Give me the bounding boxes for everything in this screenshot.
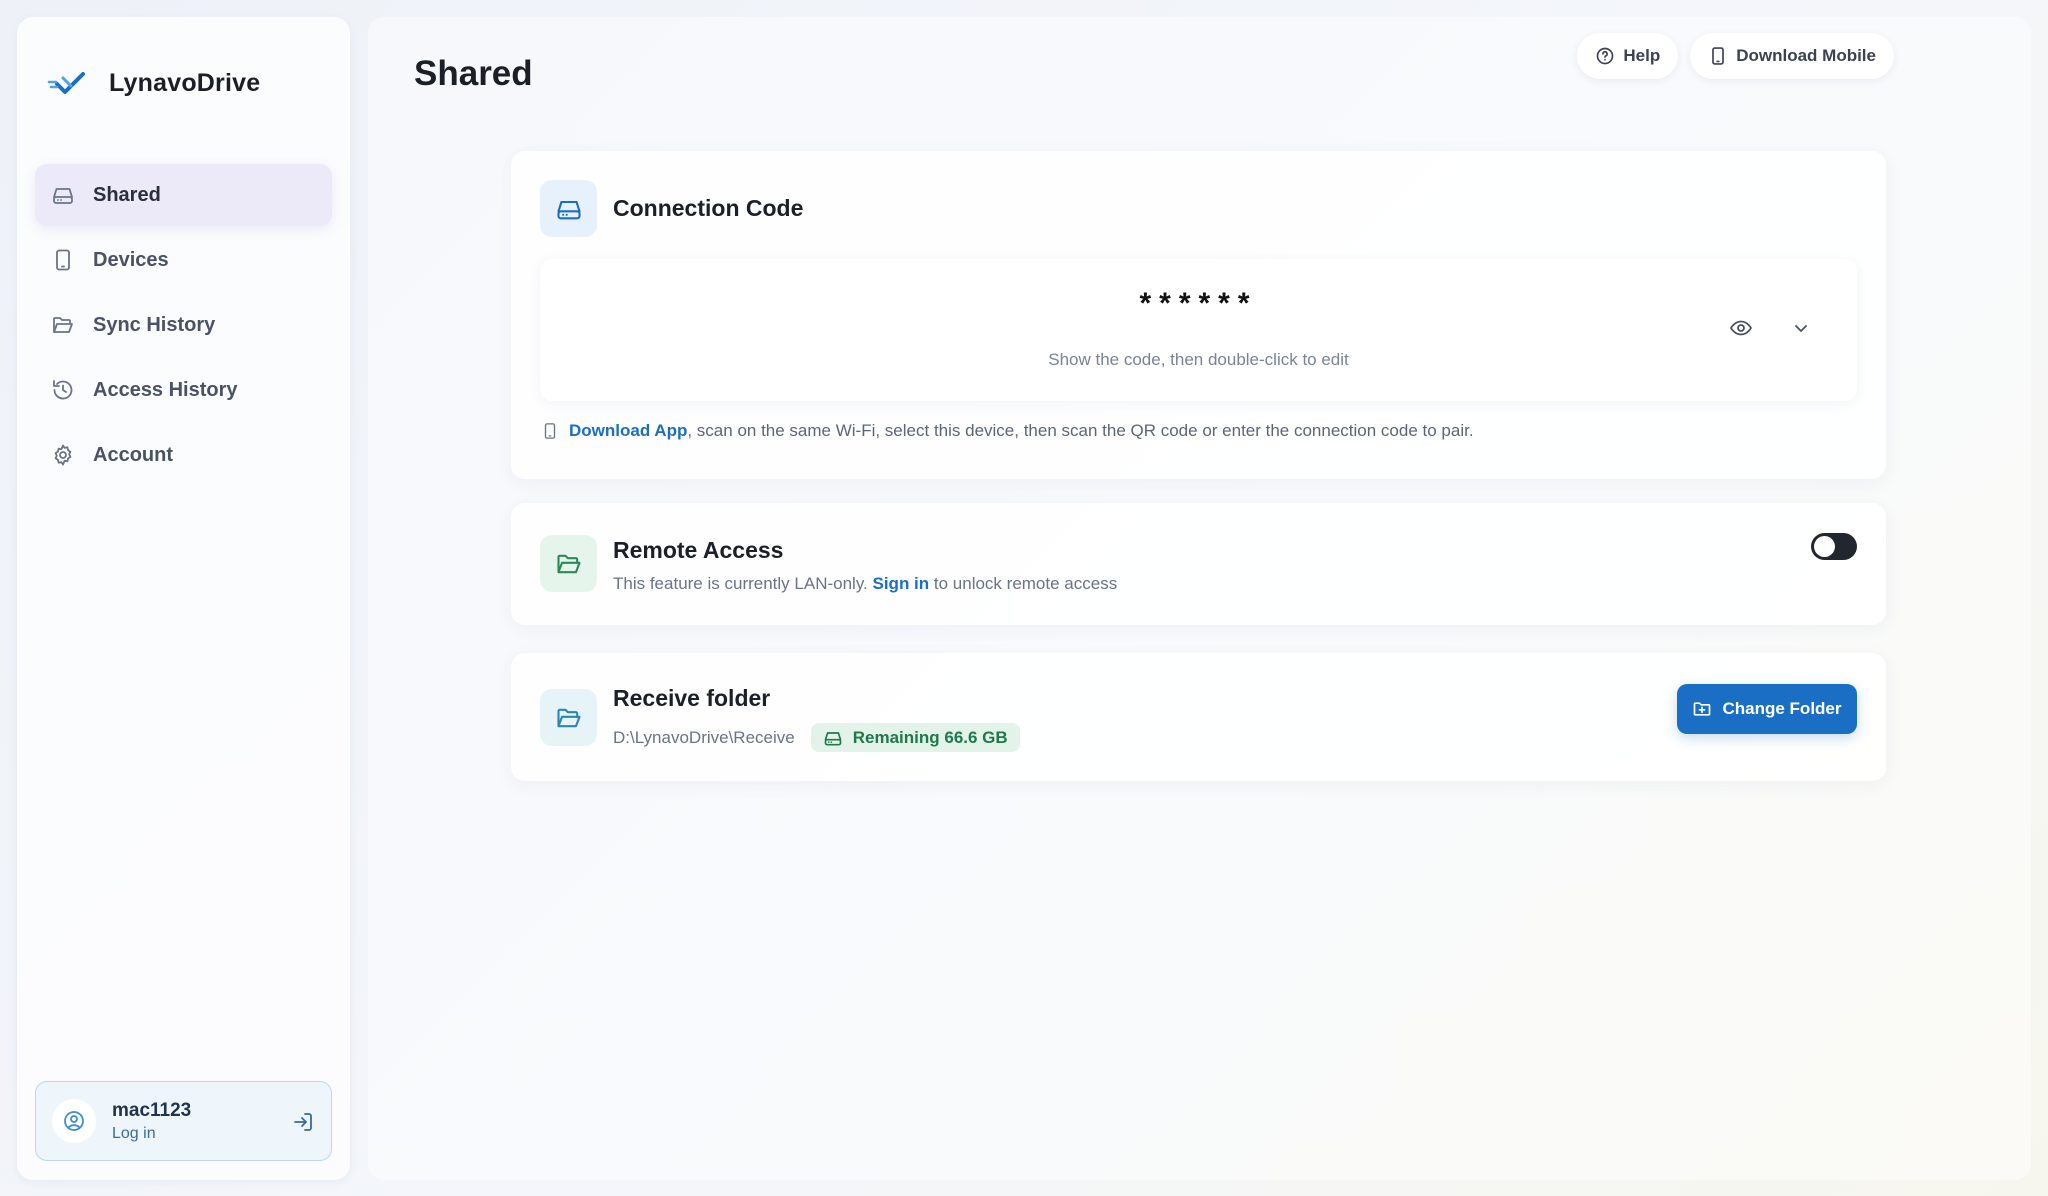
connection-code-value[interactable]: ****** [540, 287, 1857, 321]
phone-icon [541, 422, 559, 440]
folder-open-icon [51, 313, 75, 337]
user-circle-icon [62, 1109, 86, 1133]
brand[interactable]: LynavoDrive [47, 69, 260, 98]
drive-icon [540, 180, 597, 237]
eye-icon[interactable] [1729, 316, 1753, 340]
toggle-knob [1814, 536, 1835, 557]
login-link[interactable]: Log in [112, 1125, 191, 1143]
change-folder-label: Change Folder [1722, 699, 1842, 718]
user-name: mac1123 [112, 1099, 192, 1121]
phone-icon [51, 248, 75, 272]
sidebar-item-account[interactable]: Account [35, 424, 332, 486]
remaining-space-label: Remaining 66.6 GB [852, 727, 1008, 747]
sidebar-nav: Shared Devices Sync History Access Histo… [35, 164, 332, 489]
brand-logo-icon [47, 70, 91, 98]
remote-access-title: Remote Access [613, 537, 784, 563]
folder-open-icon [540, 689, 597, 746]
remote-access-subtitle-prefix: This feature is currently LAN-only. [613, 574, 873, 593]
sidebar-item-label: Devices [93, 248, 169, 271]
history-icon [51, 378, 75, 402]
brand-name: LynavoDrive [109, 69, 261, 97]
sidebar-item-shared[interactable]: Shared [35, 164, 332, 226]
receive-folder-title: Receive folder [613, 685, 771, 711]
connection-note-body: , scan on the same Wi-Fi, select this de… [687, 421, 1474, 440]
drive-icon [51, 183, 75, 207]
chevron-down-icon[interactable] [1789, 316, 1813, 340]
connection-note-text: Download App, scan on the same Wi-Fi, se… [569, 421, 1474, 441]
download-app-link[interactable]: Download App [569, 421, 687, 440]
help-button[interactable]: Help [1577, 33, 1679, 79]
avatar [52, 1099, 96, 1143]
phone-icon [1708, 46, 1728, 66]
folder-plus-icon [1692, 699, 1712, 719]
sidebar-item-access-history[interactable]: Access History [35, 359, 332, 421]
help-icon [1595, 46, 1615, 66]
gear-icon [51, 443, 75, 467]
sidebar-item-sync-history[interactable]: Sync History [35, 294, 332, 356]
sidebar-item-label: Access History [93, 378, 238, 401]
receive-folder-path: D:\LynavoDrive\Receive [613, 727, 795, 747]
download-mobile-button[interactable]: Download Mobile [1690, 33, 1894, 79]
user-text: mac1123 Log in [112, 1100, 191, 1143]
change-folder-button[interactable]: Change Folder [1677, 684, 1857, 734]
remaining-space-badge: Remaining 66.6 GB [810, 723, 1020, 752]
page-title: Shared [414, 54, 533, 93]
sign-in-link[interactable]: Sign in [873, 574, 930, 593]
sidebar-item-label: Shared [93, 183, 161, 206]
download-mobile-label: Download Mobile [1736, 46, 1876, 65]
receive-folder-card: Receive folder D:\LynavoDrive\Receive Re… [511, 653, 1886, 781]
remote-access-toggle[interactable] [1811, 533, 1857, 560]
sidebar: LynavoDrive Shared Devices Sync History … [17, 17, 350, 1180]
connection-code-card: Connection Code ****** Show the code, th… [511, 151, 1886, 479]
remote-access-subtitle: This feature is currently LAN-only. Sign… [613, 574, 1117, 594]
sidebar-item-label: Account [93, 443, 173, 466]
drive-icon [823, 728, 843, 748]
sidebar-item-devices[interactable]: Devices [35, 229, 332, 291]
help-label: Help [1623, 46, 1661, 65]
folder-open-icon [540, 535, 597, 592]
main-panel: Shared Help Download Mobile Connection C… [368, 17, 2031, 1180]
receive-folder-details: D:\LynavoDrive\Receive Remaining 66.6 GB [613, 723, 1020, 752]
user-card[interactable]: mac1123 Log in [35, 1081, 332, 1161]
login-arrow-icon[interactable] [291, 1110, 315, 1134]
connection-note: Download App, scan on the same Wi-Fi, se… [541, 421, 1474, 441]
remote-access-subtitle-suffix: to unlock remote access [929, 574, 1118, 593]
sidebar-item-label: Sync History [93, 313, 216, 336]
remote-access-card: Remote Access This feature is currently … [511, 503, 1886, 625]
code-hint: Show the code, then double-click to edit [1048, 350, 1349, 369]
connection-code-title: Connection Code [613, 195, 804, 221]
code-box[interactable]: ****** Show the code, then double-click … [540, 259, 1857, 401]
top-actions: Help Download Mobile [1577, 33, 1894, 79]
